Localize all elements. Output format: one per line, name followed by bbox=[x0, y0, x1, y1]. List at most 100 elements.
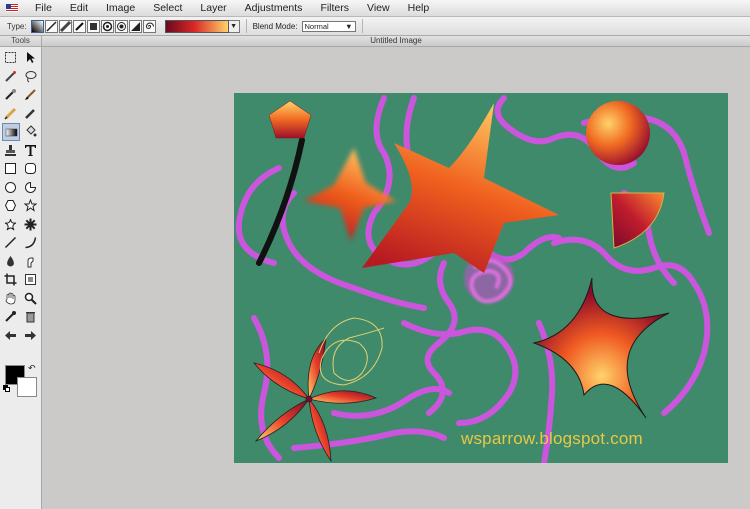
image-canvas[interactable] bbox=[234, 93, 728, 463]
hand-icon bbox=[5, 292, 16, 304]
blend-mode-label: Blend Mode: bbox=[252, 21, 298, 31]
stamp-icon bbox=[5, 144, 16, 156]
gradient-tool[interactable] bbox=[2, 123, 20, 141]
smudge-tool[interactable] bbox=[22, 253, 40, 271]
reset-colors-icon[interactable] bbox=[3, 385, 10, 392]
polygon-tool[interactable] bbox=[2, 197, 20, 215]
type-label: Type: bbox=[7, 21, 27, 31]
gradient-dropdown-arrow-icon[interactable]: ▼ bbox=[228, 19, 240, 33]
blend-mode-value: Normal bbox=[304, 21, 329, 31]
rounded-rectangle-tool[interactable] bbox=[22, 160, 40, 178]
rectangle-icon bbox=[5, 163, 16, 174]
conical-gradient-icon bbox=[130, 21, 140, 31]
gradient-diagonal-button[interactable] bbox=[58, 19, 72, 33]
curve-icon bbox=[25, 237, 37, 249]
lasso-icon bbox=[25, 70, 37, 82]
menu-adjustments[interactable]: Adjustments bbox=[236, 2, 312, 14]
rect-select-tool[interactable] bbox=[2, 49, 20, 67]
resize-icon bbox=[25, 274, 36, 285]
menu-edit[interactable]: Edit bbox=[61, 2, 97, 14]
rectangle-tool[interactable] bbox=[2, 160, 20, 178]
swap-colors-icon[interactable]: ↶ bbox=[28, 363, 36, 374]
gradient-spiral-button[interactable] bbox=[142, 19, 156, 33]
gradient-diamond-button[interactable] bbox=[72, 19, 86, 33]
eyedropper-icon bbox=[5, 89, 16, 100]
menu-layer[interactable]: Layer bbox=[191, 2, 235, 14]
menu-view[interactable]: View bbox=[358, 2, 399, 14]
gradient-linear-reflected-button[interactable] bbox=[44, 19, 58, 33]
pie-segment-shape bbox=[610, 192, 665, 249]
pie-tool[interactable] bbox=[22, 179, 40, 197]
delete-tool[interactable] bbox=[22, 308, 40, 326]
forward-arrow-icon bbox=[25, 330, 36, 340]
eraser-tool[interactable] bbox=[22, 105, 40, 123]
undo-tool[interactable] bbox=[2, 327, 20, 345]
text-tool[interactable] bbox=[22, 142, 40, 160]
blurred-star-shape bbox=[304, 148, 396, 241]
menu-help[interactable]: Help bbox=[399, 2, 439, 14]
eyedropper-brush-icon bbox=[25, 108, 35, 119]
crop-tool[interactable] bbox=[2, 271, 20, 289]
pie-icon bbox=[25, 181, 37, 193]
blur-tool[interactable] bbox=[2, 253, 20, 271]
ellipse-tool[interactable] bbox=[2, 179, 20, 197]
menu-filters[interactable]: Filters bbox=[311, 2, 358, 14]
zoom-tool[interactable] bbox=[22, 290, 40, 308]
scribble-stroke bbox=[318, 317, 385, 386]
canvas-artwork bbox=[235, 95, 712, 463]
menu-select[interactable]: Select bbox=[144, 2, 191, 14]
gradient-tool-icon bbox=[5, 128, 18, 137]
smudge-finger-icon bbox=[27, 257, 34, 267]
pencil-icon bbox=[4, 107, 17, 120]
gradient-radial-alt-button[interactable] bbox=[114, 19, 128, 33]
color-picker-icon bbox=[5, 311, 16, 322]
lasso-tool[interactable] bbox=[22, 68, 40, 86]
menu-image[interactable]: Image bbox=[97, 2, 144, 14]
toolbar-separator-end bbox=[361, 19, 363, 33]
redo-tool[interactable] bbox=[22, 327, 40, 345]
crop-icon bbox=[4, 273, 17, 286]
move-tool[interactable] bbox=[22, 49, 40, 67]
gear-icon bbox=[24, 218, 37, 230]
brush-tool[interactable] bbox=[22, 86, 40, 104]
menu-bar: File Edit Image Select Layer Adjustments… bbox=[0, 0, 750, 17]
spiral-gradient-icon bbox=[145, 22, 154, 29]
gradient-preview-swatch[interactable] bbox=[164, 19, 229, 33]
star-outline-icon bbox=[24, 199, 37, 212]
hexagon-icon bbox=[4, 200, 17, 211]
background-color-swatch[interactable] bbox=[17, 377, 37, 397]
magic-wand-tool[interactable] bbox=[2, 86, 20, 104]
trash-icon bbox=[26, 312, 35, 323]
resize-tool[interactable] bbox=[22, 271, 40, 289]
line-icon bbox=[4, 236, 17, 249]
radial-gradient-icon bbox=[102, 21, 112, 31]
clone-stamp-tool[interactable] bbox=[2, 142, 20, 160]
star-tool[interactable] bbox=[22, 197, 40, 215]
color-picker-tool[interactable] bbox=[2, 308, 20, 326]
line-tool[interactable] bbox=[2, 234, 20, 252]
gradient-conical-button[interactable] bbox=[128, 19, 142, 33]
app-flag-icon bbox=[6, 4, 18, 12]
blend-mode-select[interactable]: Normal ▼ bbox=[301, 20, 356, 32]
pencil-tool[interactable] bbox=[2, 105, 20, 123]
diamond-gradient-icon bbox=[74, 21, 84, 31]
gradient-linear-button[interactable] bbox=[30, 19, 44, 33]
star-curved-tool[interactable] bbox=[2, 216, 20, 234]
rect-select-icon bbox=[5, 52, 16, 63]
gear-shape-tool[interactable] bbox=[22, 216, 40, 234]
sphere-shape bbox=[586, 101, 650, 165]
color-swatches: ↶ bbox=[3, 363, 39, 399]
rounded-rectangle-icon bbox=[25, 163, 36, 174]
move-arrow-icon bbox=[27, 52, 35, 63]
lasso-select-tool[interactable] bbox=[2, 68, 20, 86]
paint-bucket-icon bbox=[26, 125, 37, 137]
toolbox-panel: Tools ↶ bbox=[0, 36, 42, 509]
curve-tool[interactable] bbox=[22, 234, 40, 252]
gradient-square-button[interactable] bbox=[86, 19, 100, 33]
gradient-radial-button[interactable] bbox=[100, 19, 114, 33]
menu-file[interactable]: File bbox=[26, 2, 61, 14]
ellipse-icon bbox=[5, 181, 16, 193]
paint-bucket-tool[interactable] bbox=[22, 123, 40, 141]
hand-tool[interactable] bbox=[2, 290, 20, 308]
document-title-bar: Untitled Image bbox=[42, 36, 750, 47]
